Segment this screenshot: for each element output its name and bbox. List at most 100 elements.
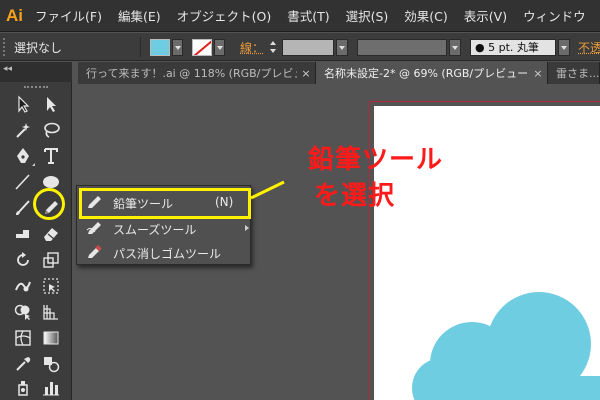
menu-effect[interactable]: 効果(C) (404, 6, 447, 25)
free-transform-tool[interactable] (38, 274, 64, 298)
brush-definition[interactable]: ● 5 pt. 丸筆 (470, 39, 556, 56)
menu-items: ファイル(F) 編集(E) オブジェクト(O) 書式(T) 選択(S) 効果(C… (35, 6, 600, 25)
no-stroke-icon (193, 40, 212, 56)
free-transform-icon (41, 276, 61, 296)
chevron-down-icon (339, 46, 345, 50)
selection-tool-icon (13, 94, 33, 114)
blob-brush-icon (13, 224, 33, 244)
stroke-label[interactable]: 線： (240, 39, 264, 56)
pen-tool[interactable] (10, 144, 36, 168)
stroke-color-swatch[interactable] (192, 39, 212, 56)
annotation-line-2: を選択 (308, 178, 443, 214)
menu-bar: Ai ファイル(F) 編集(E) オブジェクト(O) 書式(T) 選択(S) 効… (0, 0, 600, 32)
menu-highlight-box (79, 188, 251, 219)
rotate-icon (13, 250, 33, 270)
mesh-tool[interactable] (10, 326, 36, 350)
tab-document-2[interactable]: 名称未設定-2* @ 69% (RGB/プレビュー) × (316, 62, 548, 84)
perspective-grid-icon (41, 302, 61, 322)
collapse-panel-icon[interactable]: ◂◂ (3, 64, 12, 74)
flyout-item-path-eraser[interactable]: パス消しゴムツール (77, 240, 250, 264)
smooth-tool-icon (85, 220, 105, 236)
pen-tool-icon (13, 146, 33, 166)
tools-panel-grip[interactable] (24, 86, 48, 90)
annotation-callout: 鉛筆ツール を選択 (308, 142, 443, 214)
app-logo: Ai (6, 5, 23, 27)
opacity-label[interactable]: 不透 (578, 39, 600, 56)
perspective-grid-tool[interactable] (38, 300, 64, 324)
tool-highlight-circle (33, 188, 65, 220)
stroke-weight-input[interactable] (282, 39, 334, 56)
tab-document-3[interactable]: 雷さま... (548, 62, 600, 84)
eraser-icon (41, 224, 61, 244)
menu-edit[interactable]: 編集(E) (118, 6, 161, 25)
annotation-line-1: 鉛筆ツール (308, 142, 443, 178)
eyedropper-icon (13, 354, 33, 374)
scale-tool[interactable] (38, 248, 64, 272)
spin-down-icon (270, 49, 276, 53)
fill-color-dropdown[interactable] (172, 39, 183, 56)
close-icon[interactable]: × (297, 67, 315, 80)
column-graph-icon (41, 378, 61, 398)
shape-builder-tool[interactable] (10, 300, 36, 324)
close-icon[interactable]: × (529, 67, 547, 80)
symbol-sprayer-tool[interactable] (10, 376, 36, 400)
column-graph-tool[interactable] (38, 376, 64, 400)
flyout-label: スムーズツール (113, 221, 196, 238)
tools-panel-header: ◂◂ (0, 62, 72, 82)
paintbrush-icon (13, 198, 33, 218)
selection-status: 選択なし (14, 39, 62, 56)
chevron-down-icon (452, 46, 458, 50)
menu-file[interactable]: ファイル(F) (35, 6, 102, 25)
scale-icon (41, 250, 61, 270)
variable-width-profile[interactable] (357, 39, 447, 56)
eyedropper-tool[interactable] (10, 352, 36, 376)
rotate-tool[interactable] (10, 248, 36, 272)
magic-wand-icon (13, 120, 33, 140)
document-tab-bar: 行って来ます！.ai @ 118% (RGB/プレビュー) × 名称未設定-2*… (78, 62, 600, 84)
brush-dropdown[interactable] (558, 39, 570, 56)
blend-icon (41, 354, 61, 374)
control-bar-grip[interactable] (3, 38, 7, 56)
annotation-pointer-line (248, 178, 288, 204)
shape-builder-icon (13, 302, 33, 322)
warp-tool[interactable] (10, 274, 36, 298)
path-eraser-icon (85, 244, 105, 260)
type-tool[interactable] (38, 144, 64, 168)
line-tool[interactable] (10, 170, 36, 194)
magic-wand-tool[interactable] (10, 118, 36, 142)
mesh-icon (13, 328, 33, 348)
blend-tool[interactable] (38, 352, 64, 376)
line-tool-icon (13, 172, 33, 192)
chevron-down-icon (561, 46, 567, 50)
variable-width-dropdown[interactable] (449, 39, 461, 56)
flyout-item-smooth[interactable]: スムーズツール (77, 216, 250, 240)
menu-type[interactable]: 書式(T) (287, 6, 329, 25)
chevron-down-icon (217, 46, 223, 50)
gradient-tool[interactable] (38, 326, 64, 350)
tab-label: 行って来ます！.ai @ 118% (RGB/プレビュー) (86, 65, 297, 81)
paintbrush-tool[interactable] (10, 196, 36, 220)
stroke-color-dropdown[interactable] (214, 39, 225, 56)
stroke-weight-dropdown[interactable] (336, 39, 348, 56)
eraser-tool[interactable] (38, 222, 64, 246)
tools-panel: ◂◂ (0, 62, 72, 400)
menu-object[interactable]: オブジェクト(O) (177, 6, 272, 25)
direct-selection-tool-icon (41, 94, 61, 114)
submenu-arrow-icon (245, 225, 249, 231)
spin-up-icon (270, 41, 276, 45)
control-bar: 選択なし 線： ● 5 pt. 丸筆 不透 (0, 33, 600, 61)
direct-selection-tool[interactable] (38, 92, 64, 116)
menu-window[interactable]: ウィンドウ (523, 6, 586, 25)
selection-tool[interactable] (10, 92, 36, 116)
tab-label: 雷さま... (556, 65, 600, 81)
menu-select[interactable]: 選択(S) (346, 6, 389, 25)
blob-brush-tool[interactable] (10, 222, 36, 246)
tab-document-1[interactable]: 行って来ます！.ai @ 118% (RGB/プレビュー) × (78, 62, 316, 84)
fill-color-swatch[interactable] (150, 39, 170, 56)
menu-view[interactable]: 表示(V) (464, 6, 507, 25)
chevron-down-icon (175, 46, 181, 50)
lasso-tool[interactable] (38, 118, 64, 142)
control-separator (140, 37, 141, 57)
flyout-label: パス消しゴムツール (113, 245, 221, 262)
stroke-weight-stepper[interactable] (268, 39, 280, 56)
